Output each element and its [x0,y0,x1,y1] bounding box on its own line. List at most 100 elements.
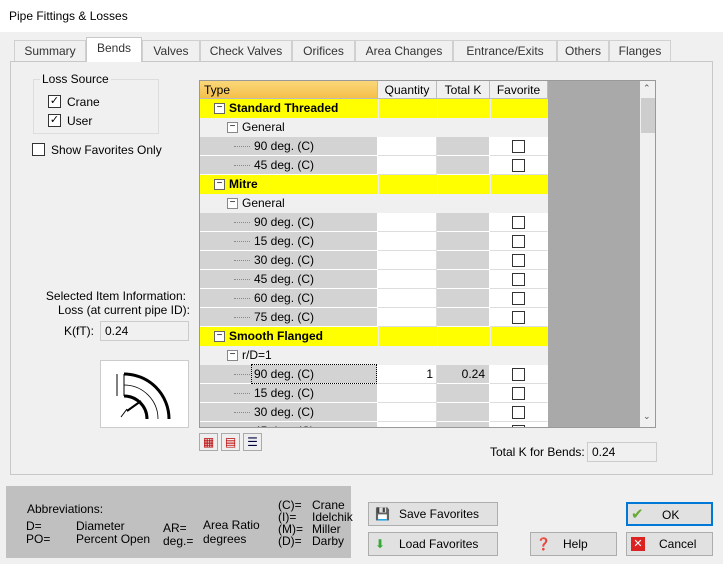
favorite-checkbox[interactable] [512,425,525,427]
tab-area-changes[interactable]: Area Changes [355,40,453,61]
favorite-checkbox[interactable] [512,273,525,286]
save-favorites-button[interactable]: 💾 Save Favorites [368,502,498,526]
tab-others[interactable]: Others [557,40,609,61]
column-header-total-k[interactable]: Total K [437,81,490,99]
column-header-type[interactable]: Type [200,81,378,99]
grid-group-row[interactable]: − r/D=1 [200,346,548,365]
type-cell[interactable]: 60 deg. (C) [200,289,378,308]
collapse-icon[interactable]: − [214,103,225,114]
type-cell[interactable]: 30 deg. (C) [200,403,378,422]
favorite-cell[interactable] [490,384,548,403]
favorite-cell[interactable] [490,232,548,251]
favorite-checkbox[interactable] [512,292,525,305]
grid-category-row[interactable]: − Smooth Flanged [200,327,548,346]
table-row[interactable]: 45 deg. (C) [200,156,548,175]
favorite-cell[interactable] [490,308,548,327]
favorite-cell[interactable] [490,270,548,289]
type-cell[interactable]: 90 deg. (C) [200,213,378,232]
table-row[interactable]: 90 deg. (C) 1 0.24 [200,364,548,384]
tab-bends[interactable]: Bends [86,37,142,62]
scroll-down-icon[interactable]: ⌄ [643,411,651,422]
favorite-checkbox[interactable] [512,254,525,267]
table-row[interactable]: 90 deg. (C) [200,137,548,156]
table-row[interactable]: 45 deg. (C) [200,270,548,289]
table-row[interactable]: 30 deg. (C) [200,251,548,270]
table-row[interactable]: 90 deg. (C) [200,213,548,232]
favorite-checkbox[interactable] [512,216,525,229]
favorite-cell[interactable] [490,213,548,232]
ok-button[interactable]: ✔ OK [626,502,713,526]
quantity-cell[interactable] [378,232,437,251]
quantity-cell[interactable] [378,422,437,427]
quantity-cell[interactable] [378,156,437,175]
load-favorites-button[interactable]: ⬇ Load Favorites [368,532,498,556]
type-cell[interactable]: 15 deg. (C) [200,384,378,403]
sort-icon[interactable]: ☰ [243,433,262,451]
quantity-cell[interactable] [378,137,437,156]
column-header-favorite[interactable]: Favorite [490,81,548,99]
quantity-cell[interactable] [378,270,437,289]
collapse-icon[interactable]: − [227,350,238,361]
favorite-cell[interactable] [490,289,548,308]
column-header-quantity[interactable]: Quantity [378,81,437,99]
show-favorites-checkbox[interactable] [32,143,45,156]
tab-flanges[interactable]: Flanges [609,40,671,61]
table-row[interactable]: 15 deg. (C) [200,384,548,403]
expand-all-icon[interactable]: ▦ [199,433,218,451]
help-button[interactable]: ❓ Help [530,532,617,556]
type-cell[interactable]: 45 deg. (C) [200,156,378,175]
favorite-cell[interactable] [490,137,548,156]
table-row[interactable]: 75 deg. (C) [200,308,548,327]
type-cell[interactable]: 75 deg. (C) [200,308,378,327]
quantity-cell[interactable] [378,213,437,232]
collapse-icon[interactable]: − [227,122,238,133]
grid-group-row[interactable]: − General [200,194,548,213]
fittings-grid[interactable]: Type Quantity Total K Favorite − Standard… [199,80,656,428]
tab-summary[interactable]: Summary [14,40,86,61]
cancel-button[interactable]: ✕ Cancel [626,532,713,556]
vertical-scrollbar[interactable]: ⌃ ⌄ [640,81,655,427]
type-cell[interactable]: 90 deg. (C) [200,364,378,384]
favorite-checkbox[interactable] [512,368,525,381]
favorite-cell[interactable] [490,251,548,270]
collapse-all-icon[interactable]: ▤ [221,433,240,451]
favorite-checkbox[interactable] [512,387,525,400]
table-row[interactable]: 60 deg. (C) [200,289,548,308]
favorite-cell[interactable] [490,403,548,422]
scroll-up-icon[interactable]: ⌃ [643,83,651,94]
type-cell[interactable]: 30 deg. (C) [200,251,378,270]
favorite-cell[interactable] [490,156,548,175]
quantity-cell[interactable] [378,251,437,270]
quantity-cell[interactable]: 1 [378,365,437,384]
favorite-checkbox[interactable] [512,140,525,153]
tab-entrance-exits[interactable]: Entrance/Exits [453,40,557,61]
type-cell[interactable]: 45 deg. (C) [200,422,378,427]
scrollbar-thumb[interactable] [641,98,655,133]
grid-category-row[interactable]: − Standard Threaded [200,99,548,118]
type-cell[interactable]: 90 deg. (C) [200,137,378,156]
favorite-checkbox[interactable] [512,159,525,172]
crane-checkbox[interactable]: ✓ [48,95,61,108]
quantity-cell[interactable] [378,308,437,327]
tab-check-valves[interactable]: Check Valves [200,40,292,61]
quantity-cell[interactable] [378,403,437,422]
favorite-checkbox[interactable] [512,311,525,324]
quantity-cell[interactable] [378,384,437,403]
favorite-checkbox[interactable] [512,235,525,248]
collapse-icon[interactable]: − [214,179,225,190]
grid-category-row[interactable]: − Mitre [200,175,548,194]
table-row[interactable]: 15 deg. (C) [200,232,548,251]
favorite-cell[interactable] [490,422,548,427]
collapse-icon[interactable]: − [227,198,238,209]
favorite-cell[interactable] [490,365,548,384]
favorite-checkbox[interactable] [512,406,525,419]
user-checkbox[interactable]: ✓ [48,114,61,127]
quantity-cell[interactable] [378,289,437,308]
tab-orifices[interactable]: Orifices [292,40,355,61]
type-cell[interactable]: 45 deg. (C) [200,270,378,289]
grid-group-row[interactable]: − General [200,118,548,137]
table-row[interactable]: 30 deg. (C) [200,403,548,422]
table-row[interactable]: 45 deg. (C) [200,422,548,427]
type-cell[interactable]: 15 deg. (C) [200,232,378,251]
collapse-icon[interactable]: − [214,331,225,342]
